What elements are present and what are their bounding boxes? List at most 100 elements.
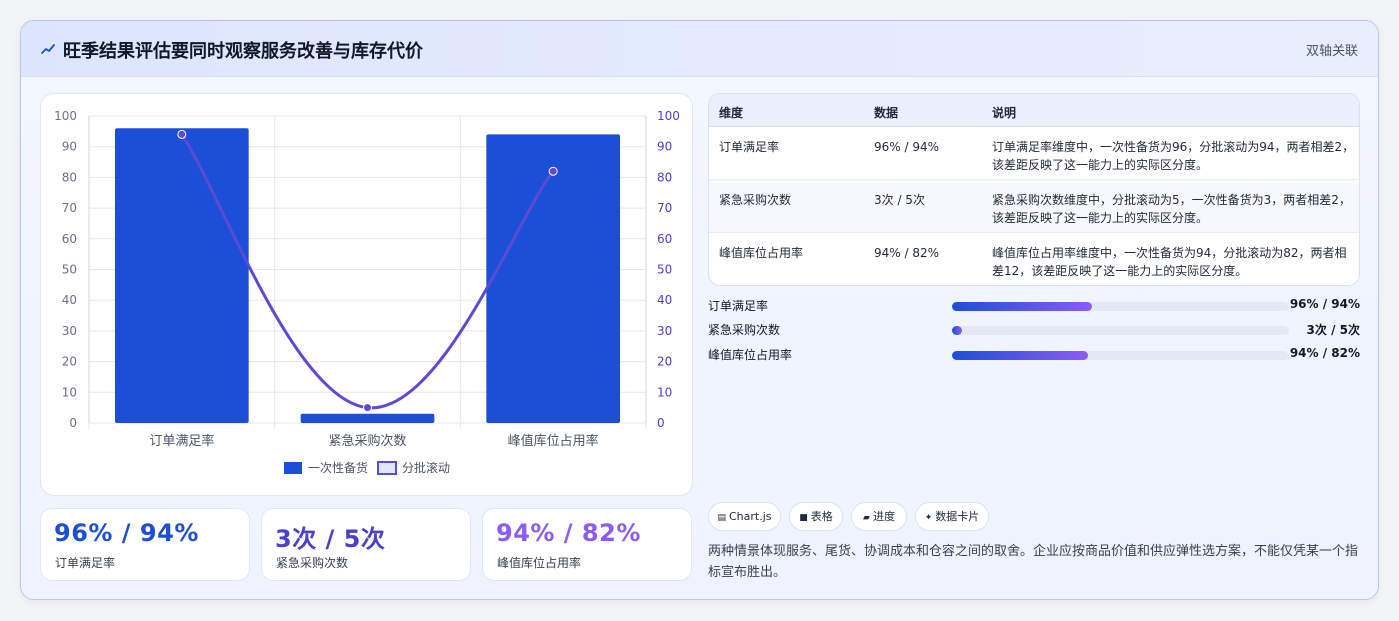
y2-tick-label: 20	[657, 355, 672, 369]
chip-label: Chart.js	[729, 510, 772, 523]
chip-label: 表格	[810, 510, 833, 523]
progress-fill	[952, 326, 963, 335]
page-title: 旺季结果评估要同时观察服务改善与库存代价	[63, 41, 423, 62]
dashboard-card: 旺季结果评估要同时观察服务改善与库存代价 双轴关联 0 0 10 10 20 20 30 30…	[20, 20, 1379, 600]
table-header: 维度 数据 说明	[709, 94, 1359, 127]
y2-tick-label: 30	[657, 324, 672, 338]
cell-data: 96% / 94%	[874, 140, 940, 154]
table-row: 峰值库位占用率 94% / 82% 峰值库位占用率维度中，一次性备货为94，分批…	[709, 233, 1359, 285]
column-header-description: 说明	[992, 106, 1017, 120]
progress-track	[952, 326, 1289, 335]
chip-table[interactable]: ■ 表格	[789, 502, 843, 531]
progress-label: 紧急采购次数	[708, 323, 781, 337]
kpi-label: 订单满足率	[55, 556, 116, 570]
x-tick-label: 峰值库位占用率	[508, 433, 599, 449]
progress-row-urgent-purchase: 紧急采购次数 3次 / 5次	[708, 321, 1360, 339]
bar	[300, 413, 435, 423]
kpi-card-peak-occupancy: 94% / 82% 峰值库位占用率	[482, 508, 692, 581]
chip-label: 数据卡片	[935, 510, 980, 523]
line-point	[177, 129, 187, 139]
cell-dimension: 峰值库位占用率	[719, 246, 804, 260]
table-row: 订单满足率 96% / 94% 订单满足率维度中，一次性备货为96，分批滚动为9…	[709, 127, 1359, 180]
y-tick-label: 10	[62, 385, 77, 399]
cell-description: 订单满足率维度中，一次性备货为96，分批滚动为94，两者相差2， 该差距反映了这…	[992, 138, 1354, 174]
y2-tick-label: 0	[657, 416, 665, 430]
progress-label: 峰值库位占用率	[708, 348, 793, 362]
y2-tick-label: 40	[657, 293, 672, 307]
progress-value: 3次 / 5次	[1306, 323, 1360, 337]
cell-description-line: 紧急采购次数维度中，分批滚动为5，一次性备货为3，两者相差2，	[992, 193, 1351, 207]
legend-swatch-line	[377, 461, 397, 475]
progress-fill	[952, 302, 1092, 311]
y-tick-label: 30	[62, 324, 77, 338]
progress-value: 96% / 94%	[1289, 297, 1360, 311]
y2-tick-label: 90	[657, 140, 672, 154]
y-tick-label: 90	[62, 140, 77, 154]
line-point	[548, 166, 558, 176]
y2-tick-label: 50	[657, 263, 672, 277]
bar	[486, 134, 621, 424]
chip-label: 进度	[872, 510, 895, 523]
axis-mode-badge: 双轴关联	[1305, 44, 1358, 59]
kpi-card-fulfillment: 96% / 94% 订单满足率	[40, 508, 250, 581]
data-table: 维度 数据 说明 订单满足率 96% / 94% 订单满足率维度中，一次性备货为…	[708, 93, 1360, 286]
card-header: 旺季结果评估要同时观察服务改善与库存代价 双轴关联	[21, 21, 1378, 77]
cell-description: 峰值库位占用率维度中，一次性备货为94，分批滚动为82，两者相 差12，该差距反…	[992, 244, 1347, 280]
summary-note: 两种情景体现服务、尾货、协调成本和仓容之间的取舍。企业应按商品价值和供应弹性选方…	[708, 544, 1359, 580]
progress-row-peak-occupancy: 峰值库位占用率 94% / 82%	[708, 346, 1360, 364]
cell-description-line: 该差距反映了这一能力上的实际区分度。	[992, 211, 1209, 225]
column-header-dimension: 维度	[719, 106, 744, 120]
x-tick-label: 紧急采购次数	[328, 433, 406, 449]
cell-dimension: 紧急采购次数	[719, 193, 792, 207]
kpi-label: 紧急采购次数	[276, 556, 349, 570]
y2-tick-label: 10	[657, 385, 672, 399]
cell-description-line: 差12，该差距反映了这一能力上的实际区分度。	[992, 264, 1248, 278]
progress-value: 94% / 82%	[1289, 346, 1360, 360]
chip-chartjs[interactable]: ▤ Chart.js	[708, 502, 781, 531]
progress-fill	[952, 351, 1089, 360]
kpi-value: 96% / 94%	[54, 519, 199, 547]
y-tick-label: 20	[62, 355, 77, 369]
kpi-value: 3次 / 5次	[275, 525, 386, 553]
legend-label: 一次性备货	[308, 460, 368, 475]
kpi-card-urgent-purchase: 3次 / 5次 紧急采购次数	[261, 508, 471, 581]
progress-row-fulfillment: 订单满足率 96% / 94%	[708, 297, 1360, 315]
combo-chart: 0 0 10 10 20 20 30 30 40 40 50 50 60 60 70 70 80 80 90 90 10…	[54, 109, 680, 475]
y-tick-label: 80	[62, 170, 77, 184]
legend-label: 分批滚动	[402, 460, 450, 475]
y-tick-label: 0	[69, 416, 77, 430]
table-row: 紧急采购次数 3次 / 5次 紧急采购次数维度中，分批滚动为5，一次性备货为3，…	[709, 180, 1359, 233]
trend-icon	[41, 44, 55, 54]
y2-tick-label: 80	[657, 170, 672, 184]
y2-tick-label: 60	[657, 232, 672, 246]
y-tick-label: 100	[54, 109, 77, 123]
cell-data: 94% / 82%	[874, 246, 940, 260]
chart-icon: ▤	[717, 513, 726, 523]
kpi-label: 峰值库位占用率	[497, 556, 582, 570]
y-tick-label: 70	[62, 201, 77, 215]
y-tick-label: 40	[62, 293, 77, 307]
line-point	[363, 403, 372, 413]
chip-data-cards[interactable]: ✦ 数据卡片	[915, 502, 989, 531]
progress-track	[952, 351, 1289, 360]
chip-progress[interactable]: ▰ 进度	[851, 502, 907, 531]
table-icon: ■	[799, 513, 808, 523]
cell-description-line: 该差距反映了这一能力上的实际区分度。	[992, 158, 1209, 172]
progress-track	[952, 302, 1289, 311]
legend-swatch-bar	[284, 462, 302, 474]
y-tick-label: 60	[62, 232, 77, 246]
progress-label: 订单满足率	[708, 299, 769, 313]
chart-panel: 0 0 10 10 20 20 30 30 40 40 50 50 60 60 70 70 80 80 90 90 10…	[40, 93, 693, 496]
cell-dimension: 订单满足率	[719, 140, 780, 154]
y-tick-label: 50	[62, 263, 77, 277]
cell-description: 紧急采购次数维度中，分批滚动为5，一次性备货为3，两者相差2， 该差距反映了这一…	[992, 191, 1351, 227]
cell-description-line: 订单满足率维度中，一次性备货为96，分批滚动为94，两者相差2，	[992, 140, 1355, 154]
y2-tick-label: 70	[657, 201, 672, 215]
cell-description-line: 峰值库位占用率维度中，一次性备货为94，分批滚动为82，两者相	[992, 246, 1347, 260]
bar	[114, 128, 249, 423]
cell-data: 3次 / 5次	[874, 193, 925, 207]
kpi-value: 94% / 82%	[496, 519, 641, 547]
y2-tick-label: 100	[657, 109, 680, 123]
sparkle-icon: ✦	[924, 513, 933, 523]
progress-icon: ▰	[863, 513, 870, 523]
